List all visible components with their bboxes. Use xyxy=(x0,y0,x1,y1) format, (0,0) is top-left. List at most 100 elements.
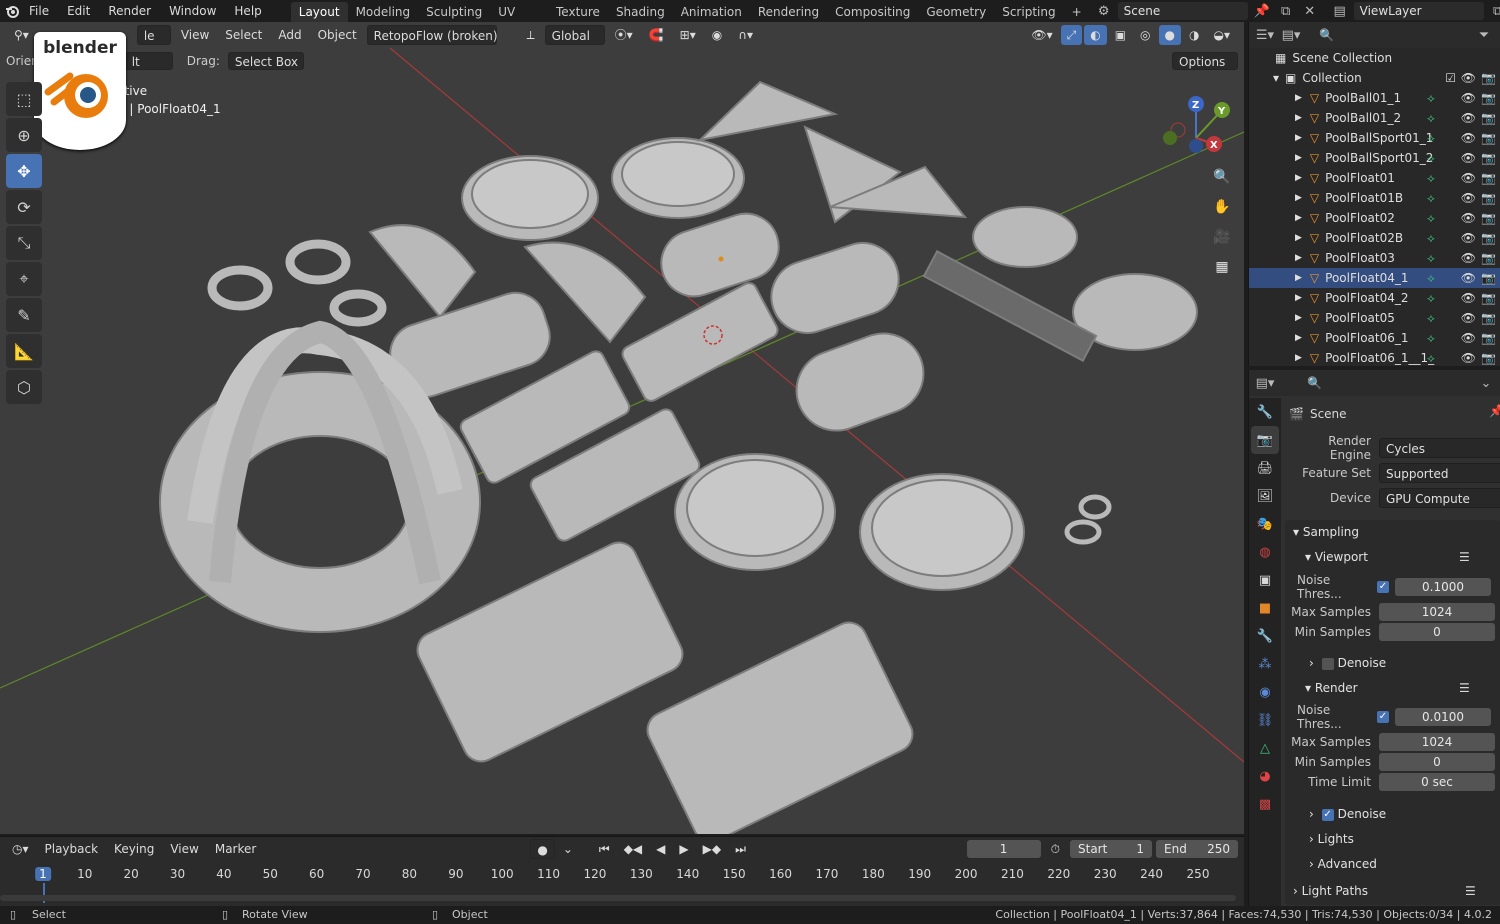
tab-layout[interactable]: Layout xyxy=(290,2,348,22)
menu-view[interactable]: View xyxy=(175,25,215,45)
visibility-eye-icon[interactable]: 👁 xyxy=(1461,191,1476,205)
outliner-editor-icon[interactable]: ☰▾ xyxy=(1255,25,1275,45)
properties-options-icon[interactable]: ⌄ xyxy=(1476,373,1496,393)
perspective-grid-icon[interactable]: ▦ xyxy=(1209,254,1235,280)
visibility-eye-icon[interactable]: 👁 xyxy=(1461,151,1476,165)
visibility-eye-icon[interactable]: 👁 xyxy=(1461,351,1476,365)
3d-viewport[interactable]: ⚲▾ le View Select Add Object RetopoFlow … xyxy=(0,22,1244,834)
tab-texture-paint[interactable]: Texture Paint xyxy=(548,2,608,39)
expand-arrow-icon[interactable]: ▶ xyxy=(1295,233,1302,243)
shading-rendered-icon[interactable]: ◒▾ xyxy=(1208,25,1237,45)
render-camera-icon[interactable]: 📷 xyxy=(1481,331,1496,345)
viewlayer-selector[interactable]: ViewLayer xyxy=(1353,2,1484,20)
visibility-eye-icon[interactable]: 👁 xyxy=(1461,311,1476,325)
annotate-tool-icon[interactable]: ✎ xyxy=(6,298,42,332)
scene-selector[interactable]: Scene xyxy=(1117,2,1248,20)
shading-wireframe-icon[interactable]: ◎ xyxy=(1134,25,1156,45)
outliner-item[interactable]: ▶ ▽ PoolBallSport01_2 ⟡ 👁 📷 xyxy=(1249,148,1500,168)
r-noise-checkbox[interactable]: ✓ xyxy=(1377,711,1389,723)
outliner-item[interactable]: ▶ ▽ PoolFloat05 ⟡ 👁 📷 xyxy=(1249,308,1500,328)
menu-select[interactable]: Select xyxy=(219,25,268,45)
timeline-scrollbar[interactable] xyxy=(0,895,1236,901)
vp-max-field[interactable]: 1024 xyxy=(1379,603,1495,621)
new-viewlayer-icon[interactable]: ⧉ xyxy=(1488,1,1500,21)
render-camera-icon[interactable]: 📷 xyxy=(1481,91,1496,105)
menu-object[interactable]: Object xyxy=(312,25,363,45)
vp-denoise-checkbox[interactable] xyxy=(1321,657,1334,670)
filter-icon[interactable]: ⏷ xyxy=(1474,25,1494,45)
visibility-eye-icon[interactable]: 👁 xyxy=(1461,111,1476,125)
expand-arrow-icon[interactable]: ▶ xyxy=(1295,353,1302,363)
sampling-header[interactable]: ▾ Sampling xyxy=(1293,521,1359,543)
collection-row[interactable]: ▾ ▣ Collection ☑ 👁 📷 xyxy=(1249,68,1500,88)
expand-arrow-icon[interactable]: ▶ xyxy=(1295,293,1302,303)
visibility-eye-icon[interactable]: 👁 xyxy=(1461,171,1476,185)
render-camera-icon[interactable]: 📷 xyxy=(1481,71,1496,85)
mode-selector[interactable]: le xyxy=(136,25,171,45)
output-tab-icon[interactable]: 🖨 xyxy=(1251,454,1279,482)
render-camera-icon[interactable]: 📷 xyxy=(1481,151,1496,165)
gizmo-toggle-icon[interactable]: ⤢ xyxy=(1060,25,1083,45)
transform-orientation-icon[interactable]: ⟂ xyxy=(521,25,541,45)
particles-tab-icon[interactable]: ⁂ xyxy=(1251,650,1279,678)
pin-icon[interactable]: 📌 xyxy=(1252,1,1272,21)
camera-view-icon[interactable]: 🎥 xyxy=(1209,224,1235,250)
tab-scripting[interactable]: Scripting xyxy=(994,2,1063,22)
render-subheader[interactable]: ▾ Render xyxy=(1305,677,1358,699)
move-tool-icon[interactable]: ✥ xyxy=(6,154,42,188)
menu-add[interactable]: Add xyxy=(272,25,307,45)
feature-set-select[interactable]: Supported xyxy=(1379,463,1500,483)
render-camera-icon[interactable]: 📷 xyxy=(1481,211,1496,225)
light-paths-panel[interactable]: › Light Paths xyxy=(1293,880,1368,902)
xray-icon[interactable]: ▣ xyxy=(1109,25,1132,45)
collapse-arrow-icon[interactable]: ▾ xyxy=(1273,71,1279,85)
options-button[interactable]: Options xyxy=(1172,52,1238,70)
mesh-data-icon[interactable]: ⟡ xyxy=(1427,331,1435,346)
delete-scene-icon[interactable]: ✕ xyxy=(1300,1,1320,21)
advanced-subpanel[interactable]: › Advanced xyxy=(1309,853,1377,875)
blender-menu-icon[interactable] xyxy=(4,1,20,21)
collection-tab-icon[interactable]: ▣ xyxy=(1251,566,1279,594)
tab-modeling[interactable]: Modeling xyxy=(348,2,419,22)
outliner-item[interactable]: ▶ ▽ PoolBall01_1 ⟡ 👁 📷 xyxy=(1249,88,1500,108)
shading-solid-icon[interactable]: ● xyxy=(1158,25,1182,45)
expand-arrow-icon[interactable]: ▶ xyxy=(1295,133,1302,143)
viewport-presets-icon[interactable]: ☰ xyxy=(1459,550,1470,564)
add-cube-tool-icon[interactable]: ⬡ xyxy=(6,370,42,404)
properties-search-input[interactable]: 🔍 xyxy=(1301,374,1413,392)
render-camera-icon[interactable]: 📷 xyxy=(1481,191,1496,205)
outliner-item[interactable]: ▶ ▽ PoolFloat02B ⟡ 👁 📷 xyxy=(1249,228,1500,248)
outliner-item[interactable]: ▶ ▽ PoolFloat04_1 ⟡ 👁 📷 xyxy=(1249,268,1500,288)
visibility-eye-icon[interactable]: 👁 xyxy=(1461,271,1476,285)
outliner-item[interactable]: ▶ ▽ PoolFloat04_2 ⟡ 👁 📷 xyxy=(1249,288,1500,308)
display-mode-icon[interactable]: ▤▾ xyxy=(1281,25,1301,45)
orientation-selector[interactable]: Global xyxy=(544,25,605,45)
expand-arrow-icon[interactable]: ▶ xyxy=(1295,93,1302,103)
outliner-item[interactable]: ▶ ▽ PoolBallSport01_1 ⟡ 👁 📷 xyxy=(1249,128,1500,148)
mesh-data-icon[interactable]: ⟡ xyxy=(1427,131,1435,146)
material-tab-icon[interactable]: ◕ xyxy=(1251,762,1279,790)
proportional-edit-icon[interactable]: ◉ xyxy=(706,25,728,45)
visibility-eye-icon[interactable]: 👁 xyxy=(1461,91,1476,105)
expand-arrow-icon[interactable]: ▶ xyxy=(1295,173,1302,183)
tab-geometry-nodes[interactable]: Geometry Nodes xyxy=(918,2,994,39)
render-camera-icon[interactable]: 📷 xyxy=(1481,311,1496,325)
outliner-item[interactable]: ▶ ▽ PoolFloat01 ⟡ 👁 📷 xyxy=(1249,168,1500,188)
scene-icon[interactable]: ⚙ xyxy=(1094,1,1114,21)
menu-help[interactable]: Help xyxy=(225,0,270,22)
scene-tab-icon[interactable]: 🎭 xyxy=(1251,510,1279,538)
menu-render[interactable]: Render xyxy=(99,0,160,22)
viewlayer-icon[interactable]: ▤ xyxy=(1330,1,1350,21)
tab-shading[interactable]: Shading xyxy=(608,2,673,22)
mesh-data-icon[interactable]: ⟡ xyxy=(1427,311,1435,326)
r-noise-field[interactable]: 0.0100 xyxy=(1395,708,1491,726)
render-camera-icon[interactable]: 📷 xyxy=(1481,351,1496,365)
expand-arrow-icon[interactable]: ▶ xyxy=(1295,153,1302,163)
vp-denoise-subpanel[interactable]: › Denoise xyxy=(1309,652,1386,674)
constraints-tab-icon[interactable]: ⛓ xyxy=(1251,706,1279,734)
snap-target-icon[interactable]: ⊞▾ xyxy=(674,25,702,45)
lights-subpanel[interactable]: › Lights xyxy=(1309,828,1354,850)
mesh-data-icon[interactable]: ⟡ xyxy=(1427,231,1435,246)
mesh-data-icon[interactable]: ⟡ xyxy=(1427,351,1435,366)
scale-tool-icon[interactable]: ⤡ xyxy=(6,226,42,260)
